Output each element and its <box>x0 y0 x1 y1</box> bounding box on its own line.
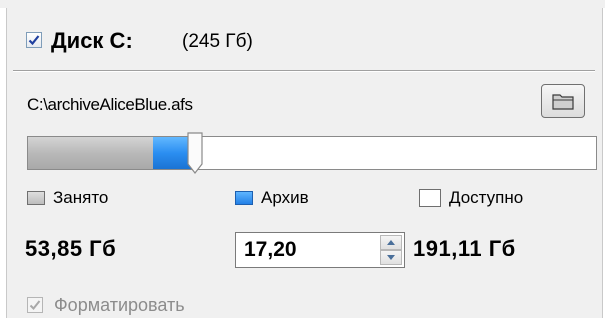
available-legend-swatch <box>419 189 441 207</box>
arrow-up-icon <box>387 240 395 245</box>
top-strip <box>0 0 605 8</box>
used-legend-swatch <box>27 191 45 205</box>
checkmark-icon <box>28 35 40 46</box>
used-segment <box>28 137 154 169</box>
disk-header: Диск C: (245 Гб) <box>7 8 602 70</box>
available-value: 191,11 Гб <box>413 236 516 261</box>
archive-size-value[interactable]: 17,20 <box>244 238 297 262</box>
spin-down-button[interactable] <box>380 250 402 265</box>
available-legend-label: Доступно <box>449 188 524 207</box>
arrow-down-icon <box>387 255 395 260</box>
used-value: 53,85 Гб <box>25 236 117 261</box>
format-checkbox[interactable] <box>27 297 43 313</box>
disk-size: (245 Гб) <box>182 31 253 52</box>
disk-label: Диск C: <box>51 28 133 53</box>
format-label: Форматировать <box>54 295 185 315</box>
archive-path: C:\archiveAliceBlue.afs <box>27 95 193 114</box>
spinner-buttons <box>380 235 402 265</box>
archive-legend-label: Архив <box>261 188 309 207</box>
browse-folder-button[interactable] <box>541 84 585 118</box>
archive-legend-swatch <box>235 191 253 205</box>
header-divider <box>13 70 595 72</box>
spin-up-button[interactable] <box>380 235 402 250</box>
checkmark-icon <box>29 300 41 310</box>
archive-slider-thumb[interactable] <box>187 132 203 174</box>
used-legend-label: Занято <box>53 188 109 207</box>
usage-bar <box>27 136 597 170</box>
disk-panel: Диск C: (245 Гб) C:\archiveAliceBlue.afs… <box>6 8 603 318</box>
folder-icon <box>552 94 574 110</box>
disk-checkbox[interactable] <box>26 32 42 48</box>
archive-size-spinner[interactable]: 17,20 <box>235 232 405 268</box>
